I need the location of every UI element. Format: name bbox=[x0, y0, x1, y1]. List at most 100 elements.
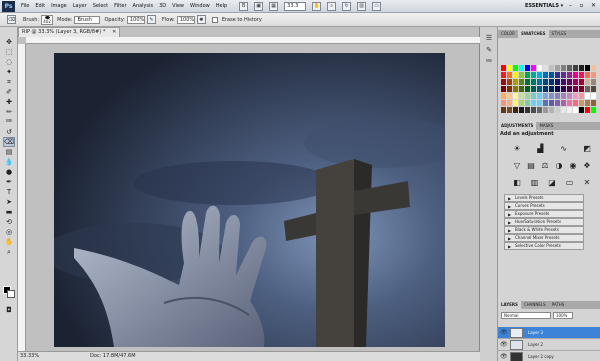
3d-camera-tool-icon[interactable]: ◎ bbox=[3, 227, 15, 237]
swatch-cell[interactable] bbox=[591, 79, 597, 86]
workspace-switcher[interactable]: ESSENTIALS ▾ bbox=[522, 2, 566, 11]
move-tool-icon[interactable]: ✥ bbox=[3, 37, 15, 47]
marquee-tool-icon[interactable]: ⬚ bbox=[3, 47, 15, 57]
document-tab[interactable]: RIP @ 33.3% (Layer 3, RGB/8#) * ✕ bbox=[18, 27, 121, 37]
opacity-field[interactable]: 100% bbox=[127, 15, 145, 24]
mode-select[interactable]: Brush bbox=[74, 15, 101, 24]
brush-tool-icon[interactable]: ✏ bbox=[3, 107, 15, 117]
swatch-cell[interactable] bbox=[591, 100, 597, 107]
view-extras-icon[interactable]: ▦ bbox=[269, 1, 279, 11]
tab-adjustments[interactable]: ADJUSTMENTS bbox=[498, 122, 537, 130]
screen-mode-icon[interactable]: ▭ bbox=[372, 1, 382, 11]
shape-tool-icon[interactable]: ▬ bbox=[3, 207, 15, 217]
quick-mask-icon[interactable]: ◘ bbox=[3, 305, 15, 315]
preset-item[interactable]: ▶ Black & White Presets bbox=[504, 226, 584, 234]
history-panel-icon[interactable]: ☰ bbox=[483, 33, 495, 43]
minibridge-icon[interactable]: ▣ bbox=[254, 1, 264, 11]
minimize-icon[interactable]: – bbox=[565, 1, 576, 11]
blend-mode-select[interactable]: Normal bbox=[501, 312, 551, 319]
clone-stamp-tool-icon[interactable]: ⎃ bbox=[3, 117, 15, 127]
menu-view[interactable]: View bbox=[169, 0, 187, 13]
tab-swatches[interactable]: SWATCHES bbox=[517, 30, 549, 38]
3d-rotate-tool-icon[interactable]: ⟲ bbox=[3, 217, 15, 227]
menu-window[interactable]: Window bbox=[187, 0, 213, 13]
swatch-cell[interactable] bbox=[591, 72, 597, 79]
brushes-panel-icon[interactable]: ✎ bbox=[483, 45, 495, 55]
brush-preset-picker[interactable]: 402 bbox=[41, 14, 54, 25]
visibility-eye-icon[interactable]: 👁 bbox=[500, 330, 508, 336]
hue-saturation-icon[interactable]: ▤ bbox=[526, 160, 536, 170]
preset-item[interactable]: ▶ Levels Presets bbox=[504, 194, 584, 202]
arrange-documents-icon[interactable]: ▥ bbox=[357, 1, 367, 11]
clone-source-panel-icon[interactable]: ⎃ bbox=[483, 57, 495, 67]
swatch-cell[interactable] bbox=[591, 65, 597, 72]
threshold-icon[interactable]: ◪ bbox=[547, 177, 557, 187]
eraser-tool-preset-icon[interactable]: ⌫ bbox=[7, 15, 16, 24]
black-white-icon[interactable]: ◑ bbox=[554, 160, 564, 170]
pen-pressure-opacity-icon[interactable]: ✎ bbox=[147, 15, 156, 24]
preset-item[interactable]: ▶ Exposure Presets bbox=[504, 210, 584, 218]
tab-layers[interactable]: LAYERS bbox=[498, 301, 521, 309]
tab-masks[interactable]: MASKS bbox=[536, 122, 556, 130]
swatch-cell[interactable] bbox=[591, 93, 597, 100]
eyedropper-tool-icon[interactable]: ✐ bbox=[3, 87, 15, 97]
dodge-tool-icon[interactable]: ● bbox=[3, 167, 15, 177]
layer-row[interactable]: 👁 Layer 2 copy bbox=[498, 351, 600, 361]
menu-help[interactable]: Help bbox=[213, 0, 230, 13]
close-icon[interactable]: ✕ bbox=[588, 1, 599, 11]
layer-row[interactable]: 👁 Layer 3 bbox=[498, 327, 600, 339]
visibility-eye-icon[interactable]: 👁 bbox=[500, 342, 508, 348]
close-document-icon[interactable]: ✕ bbox=[112, 28, 116, 37]
erase-to-history-checkbox[interactable] bbox=[211, 16, 218, 23]
menu-layer[interactable]: Layer bbox=[70, 0, 90, 13]
invert-icon[interactable]: ◧ bbox=[512, 177, 522, 187]
swatch-cell[interactable] bbox=[591, 107, 597, 114]
rotate-view-icon[interactable]: ↻ bbox=[342, 1, 352, 11]
healing-brush-tool-icon[interactable]: ✚ bbox=[3, 97, 15, 107]
type-tool-icon[interactable]: T bbox=[3, 187, 15, 197]
tab-color[interactable]: COLOR bbox=[498, 30, 518, 38]
bridge-icon[interactable]: B bbox=[239, 1, 249, 11]
menu-file[interactable]: File bbox=[18, 0, 32, 13]
channel-mixer-icon[interactable]: ❖ bbox=[582, 160, 592, 170]
menu-analysis[interactable]: Analysis bbox=[130, 0, 157, 13]
status-zoom[interactable]: 33.33% bbox=[20, 352, 39, 361]
hand-icon[interactable]: ✋ bbox=[312, 1, 322, 11]
levels-icon[interactable]: ▟ bbox=[535, 143, 545, 153]
selective-color-icon[interactable]: ✕ bbox=[582, 177, 592, 187]
quick-select-tool-icon[interactable]: ✦ bbox=[3, 67, 15, 77]
vibrance-icon[interactable]: ▽ bbox=[512, 160, 522, 170]
zoom-icon[interactable]: ⌕ bbox=[327, 1, 337, 11]
crop-tool-icon[interactable]: ⌗ bbox=[3, 77, 15, 87]
zoom-level-field[interactable]: 33.3 bbox=[284, 1, 307, 11]
curves-icon[interactable]: ∿ bbox=[559, 143, 569, 153]
hand-tool-icon[interactable]: ✋ bbox=[3, 237, 15, 247]
tab-channels[interactable]: CHANNELS bbox=[521, 301, 549, 309]
path-selection-tool-icon[interactable]: ➤ bbox=[3, 197, 15, 207]
gradient-map-icon[interactable]: ▭ bbox=[565, 177, 575, 187]
blur-tool-icon[interactable]: 💧 bbox=[3, 157, 15, 167]
color-balance-icon[interactable]: ⚖ bbox=[540, 160, 550, 170]
menu-image[interactable]: Image bbox=[48, 0, 70, 13]
exposure-icon[interactable]: ◩ bbox=[582, 143, 592, 153]
visibility-eye-icon[interactable]: 👁 bbox=[500, 354, 508, 360]
preset-item[interactable]: ▶ Curves Presets bbox=[504, 202, 584, 210]
tab-paths[interactable]: PATHS bbox=[549, 301, 568, 309]
menu-edit[interactable]: Edit bbox=[32, 0, 48, 13]
menu-3d[interactable]: 3D bbox=[156, 0, 169, 13]
preset-item[interactable]: ▶ Channel Mixer Presets bbox=[504, 234, 584, 242]
airbrush-icon[interactable]: ✺ bbox=[196, 15, 206, 24]
lasso-tool-icon[interactable]: ◌ bbox=[3, 57, 15, 67]
layer-opacity-field[interactable]: 100% bbox=[553, 312, 573, 319]
swatch-cell[interactable] bbox=[591, 86, 597, 93]
flow-field[interactable]: 100% bbox=[176, 15, 195, 24]
pen-tool-icon[interactable]: ✒ bbox=[3, 177, 15, 187]
image-canvas[interactable] bbox=[54, 53, 445, 347]
layer-row[interactable]: 👁 Layer 2 bbox=[498, 339, 600, 351]
history-brush-tool-icon[interactable]: ↺ bbox=[3, 127, 15, 137]
menu-filter[interactable]: Filter bbox=[111, 0, 129, 13]
eraser-tool-icon[interactable]: ⌫ bbox=[3, 137, 15, 147]
menu-select[interactable]: Select bbox=[90, 0, 111, 13]
background-color-swatch[interactable] bbox=[7, 290, 15, 298]
photo-filter-icon[interactable]: ◉ bbox=[568, 160, 578, 170]
